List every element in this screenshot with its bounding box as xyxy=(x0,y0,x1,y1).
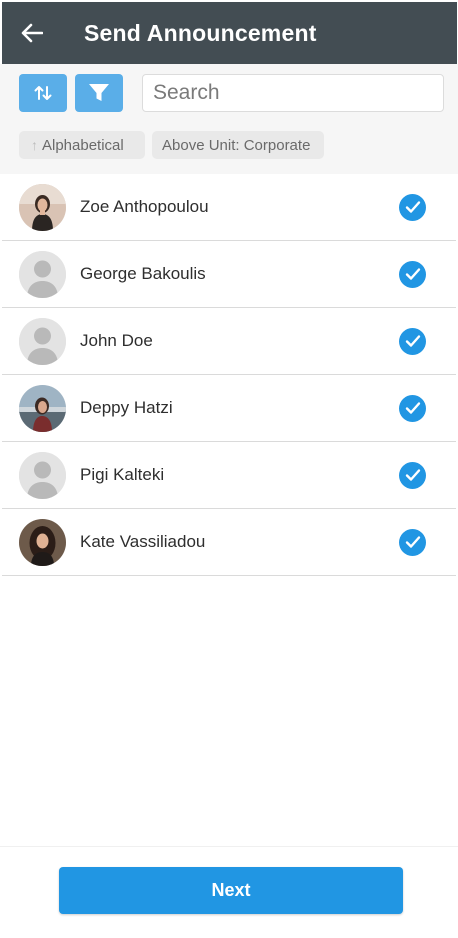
unit-chip-label: Above Unit: Corporate xyxy=(162,136,311,154)
recipient-row[interactable]: Kate Vassiliadou xyxy=(2,509,456,576)
arrow-up-icon: ↑ xyxy=(31,137,38,153)
checkmark-icon[interactable] xyxy=(399,260,426,288)
avatar-placeholder-icon xyxy=(19,317,66,365)
sort-button[interactable] xyxy=(19,74,67,112)
recipient-list: Zoe Anthopoulou George Bakoulis John Doe xyxy=(2,174,456,576)
recipient-name: Kate Vassiliadou xyxy=(80,532,206,551)
recipient-row[interactable]: Deppy Hatzi xyxy=(2,375,456,442)
sort-chip-alphabetical[interactable]: ↑ Alphabetical xyxy=(19,131,145,159)
filter-toolbar: ↑ Alphabetical Above Unit: Corporate xyxy=(0,64,458,174)
sort-chip-label: Alphabetical xyxy=(42,136,124,154)
recipient-row[interactable]: Zoe Anthopoulou xyxy=(2,174,456,241)
unit-filter-chip[interactable]: Above Unit: Corporate xyxy=(152,131,324,159)
avatar xyxy=(19,183,66,231)
filter-funnel-icon xyxy=(89,84,109,101)
recipient-name: Deppy Hatzi xyxy=(80,398,173,417)
recipient-name: John Doe xyxy=(80,331,153,350)
checkmark-icon[interactable] xyxy=(399,528,426,556)
recipient-row[interactable]: Pigi Kalteki xyxy=(2,442,456,509)
avatar-placeholder-icon xyxy=(19,250,66,298)
recipient-row[interactable]: John Doe xyxy=(2,308,456,375)
checkmark-icon[interactable] xyxy=(399,394,426,422)
back-button[interactable] xyxy=(2,2,62,64)
recipient-name: Zoe Anthopoulou xyxy=(80,197,209,216)
page-title: Send Announcement xyxy=(84,19,317,46)
recipient-name: George Bakoulis xyxy=(80,264,206,283)
checkmark-icon[interactable] xyxy=(399,461,426,489)
search-input[interactable] xyxy=(142,74,444,112)
avatar xyxy=(19,518,66,566)
filter-button[interactable] xyxy=(75,74,123,112)
footer: Next xyxy=(0,846,458,938)
app-bar: Send Announcement xyxy=(2,2,457,64)
checkmark-icon[interactable] xyxy=(399,193,426,221)
sort-arrows-icon xyxy=(34,86,52,100)
arrow-left-icon xyxy=(21,23,43,43)
avatar-placeholder-icon xyxy=(19,451,66,499)
avatar xyxy=(19,384,66,432)
next-button[interactable]: Next xyxy=(59,867,403,914)
recipient-row[interactable]: George Bakoulis xyxy=(2,241,456,308)
checkmark-icon[interactable] xyxy=(399,327,426,355)
recipient-name: Pigi Kalteki xyxy=(80,465,165,484)
